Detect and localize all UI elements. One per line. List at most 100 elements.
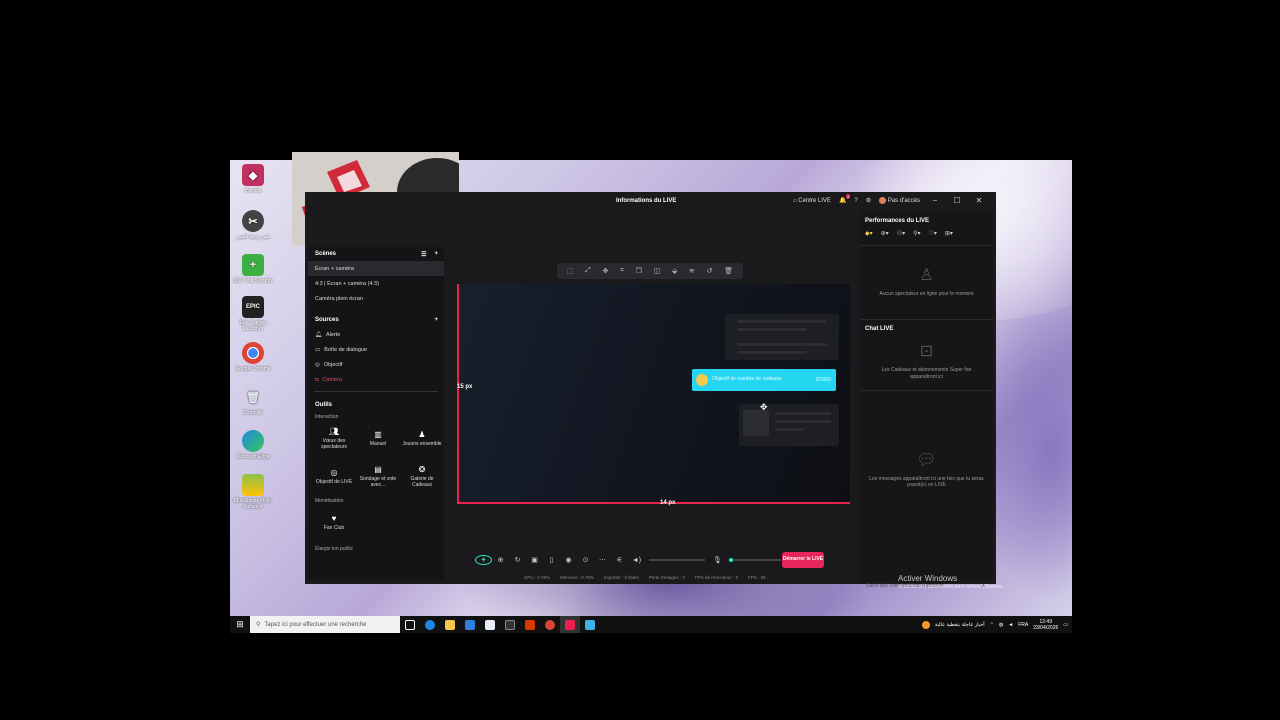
filter-coin-icon[interactable]: ⊛▾	[881, 230, 889, 237]
source-item-dialog[interactable]: ▭ Boîte de dialogue	[308, 342, 444, 357]
language-indicator[interactable]: FRA	[1018, 622, 1028, 628]
filter-gift-icon[interactable]: ⊞▾	[945, 230, 953, 237]
live-center-button[interactable]: ⌂ Centre LIVE	[793, 198, 831, 204]
sticker-icon: ◆	[242, 164, 264, 186]
tool-viewer-wishes[interactable]: 👥︎ Vœux des spectateurs	[312, 422, 356, 456]
effects-icon[interactable]: ⊕	[492, 556, 509, 564]
gifts-empty-state: ⊡ Les Cadeaux et abonnements Super fan a…	[860, 342, 993, 380]
store-icon[interactable]	[480, 616, 500, 633]
filter-users-icon[interactable]: ⚇▾	[897, 230, 905, 237]
audience-label: Élargis ton public	[315, 546, 354, 552]
source-item-camera[interactable]: ◘ Caméra	[308, 372, 444, 387]
start-live-button[interactable]: Démarrer le LIVE	[782, 552, 824, 568]
crop-icon[interactable]: ⌗	[620, 267, 624, 275]
tool-manual[interactable]: ▥ Manuel	[356, 422, 400, 456]
scenes-header: Scènes ☰ +	[315, 250, 438, 258]
speaker-icon[interactable]: ◄)	[628, 557, 645, 564]
rotate-icon[interactable]: ↻	[509, 556, 526, 564]
add-source-icon[interactable]: +	[434, 317, 438, 323]
layers-icon[interactable]: ≋	[689, 267, 695, 275]
account-button[interactable]: Pas d'accès	[879, 196, 920, 204]
news-widget-text[interactable]: أخبار عاجلة بتغطية عالية	[935, 622, 985, 628]
filter-share-icon[interactable]: ⚲▾	[913, 230, 920, 237]
desktop-icon-photo-cut[interactable]: ✂ قص ودمج الصور	[232, 210, 274, 240]
help-icon[interactable]: ?	[854, 198, 857, 204]
close-button[interactable]: ✕	[972, 196, 986, 205]
desktop-icon-recycle-bin[interactable]: 🗑 Corbeille	[232, 386, 274, 417]
source-item-alert[interactable]: 🔔︎ Alerte	[308, 327, 444, 342]
office-icon[interactable]	[520, 616, 540, 633]
speaker-volume-slider[interactable]	[649, 559, 705, 561]
title-bar: Informations du LIVE ⌂ Centre LIVE 🔔 2 ? …	[305, 192, 996, 212]
display-icon[interactable]: ▣	[526, 556, 543, 564]
desktop-icon-chrome[interactable]: Google Chrome	[232, 342, 274, 372]
center-icon[interactable]: ✥	[602, 267, 608, 275]
notepad-icon[interactable]	[580, 616, 600, 633]
microphone-icon[interactable]: 🎙︎	[709, 556, 726, 564]
flip-vertical-icon[interactable]: ⬙	[672, 267, 677, 275]
messages-empty-state: 💬︎ Les messages apparaîtront ici une foi…	[860, 451, 993, 489]
tool-fan-club[interactable]: ♥ Fan Club	[312, 506, 356, 540]
volume-icon[interactable]: ◄	[1008, 622, 1013, 628]
notification-center-icon[interactable]: ▭	[1063, 622, 1068, 628]
tiktok-live-studio-icon[interactable]	[560, 616, 580, 633]
app-icon-generic[interactable]	[500, 616, 520, 633]
task-view-icon[interactable]	[400, 616, 420, 633]
filter-diamond-icon[interactable]: ◆▾	[865, 230, 873, 237]
tool-poll-vote[interactable]: ▤ Sondage et vote avec...	[356, 460, 400, 494]
tool-live-goal[interactable]: ◎ Objectif de LIVE	[312, 460, 356, 494]
desktop-icon-edge[interactable]: Microsoft Edge	[232, 430, 274, 460]
add-scene-icon[interactable]: +	[434, 251, 438, 258]
phone-icon[interactable]: ▯	[543, 556, 560, 564]
scene-item-screen-camera[interactable]: Écran + caméra	[308, 261, 444, 276]
minimize-button[interactable]: −	[928, 196, 942, 205]
chrome-taskbar-icon[interactable]	[540, 616, 560, 633]
network-icon[interactable]: ◍	[999, 622, 1003, 628]
clock[interactable]: 12:49 23/04/2026	[1033, 619, 1058, 631]
mixer-icon[interactable]: ⚟	[611, 556, 628, 564]
flip-horizontal-icon[interactable]: ◫	[654, 267, 661, 275]
interaction-label: Interaction	[315, 414, 339, 420]
taskbar: ⊞ ⚲ Tapez ici pour effectuer une recherc…	[230, 616, 1072, 633]
duplicate-icon[interactable]: ❐	[636, 267, 642, 275]
gift-goal-widget[interactable]: Objectif de nombre de cadeaux 0/1000	[692, 369, 836, 391]
scene-item-4-3[interactable]: 4:3 | Écran + caméra (4:3)	[308, 276, 444, 291]
desktop-icon-bluestacks[interactable]: BlueStacks Multi-Instance	[232, 474, 274, 510]
settings-gear-icon[interactable]: ⚙	[866, 197, 871, 204]
window-title[interactable]: Informations du LIVE	[616, 198, 676, 204]
windows-start-icon[interactable]: ⊞	[230, 616, 250, 633]
file-explorer-icon[interactable]	[440, 616, 460, 633]
record-icon[interactable]: ◉	[560, 556, 577, 564]
magic-wand-icon[interactable]: ✦	[475, 555, 492, 565]
preview-canvas[interactable]: ✥	[457, 284, 850, 504]
tool-play-together[interactable]: ♟ Jouons ensemble	[400, 422, 444, 456]
mic-volume-slider[interactable]	[729, 558, 781, 562]
gift-icon: ❂	[418, 465, 426, 475]
tool-gift-gallery[interactable]: ❂ Galerie de Cadeaux	[400, 460, 444, 494]
edge-taskbar-icon[interactable]	[420, 616, 440, 633]
chat-title: Chat LIVE	[865, 326, 894, 333]
source-item-goal[interactable]: ◎ Objectif	[308, 357, 444, 372]
news-widget-icon[interactable]	[921, 620, 930, 629]
replay-icon[interactable]: ⊙	[577, 556, 594, 564]
scene-item-fullscreen-camera[interactable]: Caméra plein écran	[308, 291, 444, 306]
mail-icon[interactable]	[460, 616, 480, 633]
desktop-icon-epic-games[interactable]: EPIC Epic Games Launcher	[232, 296, 274, 332]
tray-chevron-icon[interactable]: ⌃	[990, 622, 994, 628]
fit-icon[interactable]: ⤢	[585, 267, 591, 275]
select-icon[interactable]: ⬚	[567, 267, 574, 275]
undo-icon[interactable]: ↺	[707, 267, 713, 275]
taskbar-search[interactable]: ⚲ Tapez ici pour effectuer une recherche	[250, 616, 400, 633]
goal-icon: ◎	[330, 468, 338, 478]
scene-list-icon[interactable]: ☰	[421, 251, 426, 258]
bottom-controls: ✦ ⊕ ↻ ▣ ▯ ◉ ⊙ ⋯ ⚟ ◄) 🎙︎	[475, 551, 827, 569]
more-icon[interactable]: ⋯	[594, 556, 611, 564]
maximize-button[interactable]: ☐	[950, 196, 964, 205]
delete-icon[interactable]: 🗑︎	[724, 267, 733, 275]
avatar	[879, 196, 887, 204]
book-icon: ▥	[374, 430, 382, 440]
notifications-icon[interactable]: 🔔 2	[839, 194, 851, 204]
desktop-icon-360-security[interactable]: + 360 Total Security	[232, 254, 274, 284]
desktop-icon-stickers[interactable]: ◆ d'octets	[232, 164, 274, 194]
filter-heart-icon[interactable]: ♡▾	[928, 230, 936, 237]
